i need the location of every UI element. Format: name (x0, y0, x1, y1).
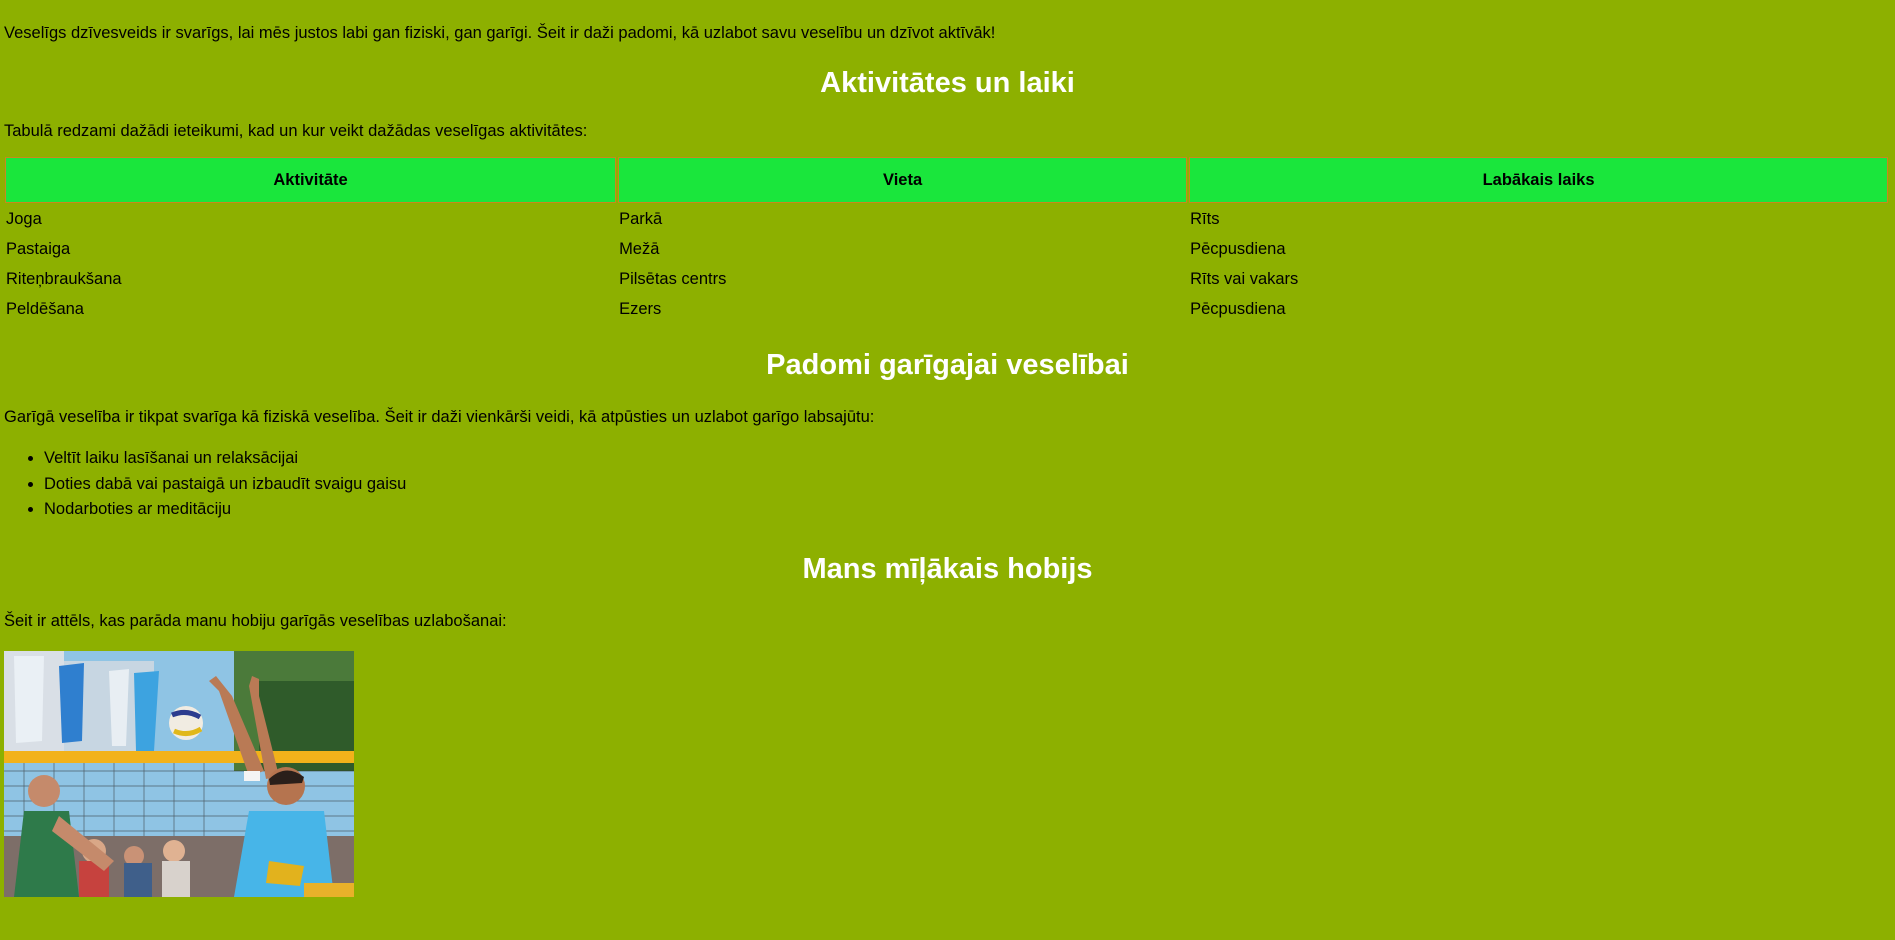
hobby-photo-beach-volleyball (4, 650, 354, 897)
table-cell: Peldēšana (6, 299, 84, 318)
table-cell: Mežā (619, 239, 660, 258)
column-header-activity: Aktivitāte (5, 157, 617, 203)
table-cell: Parkā (619, 209, 663, 228)
table-row: Pastaiga Mežā Pēcpusdiena (5, 235, 1888, 263)
hobby-heading: Mans mīļākais hobijs (802, 552, 1093, 585)
table-header-row: Aktivitāte Vieta Labākais laiks (5, 157, 1888, 203)
mental-health-intro: Garīgā veselība ir tikpat svarīga kā fiz… (4, 408, 875, 426)
table-cell: Pilsētas centrs (619, 269, 727, 288)
table-cell: Ezers (619, 299, 662, 318)
mental-health-heading: Padomi garīgajai veselībai (766, 349, 1129, 381)
activities-intro: Tabulā redzami dažādi ieteikumi, kad un … (4, 122, 588, 140)
list-item: Doties dabā vai pastaigā un izbaudīt sva… (44, 472, 1891, 498)
table-cell: Joga (6, 209, 42, 228)
mental-health-tips-list: Veltīt laiku lasīšanai un relaksācijai D… (4, 446, 1891, 523)
table-cell: Rīts vai vakars (1190, 269, 1299, 288)
table-cell: Riteņbraukšana (6, 269, 122, 288)
activities-table: Aktivitāte Vieta Labākais laiks Joga Par… (3, 155, 1890, 325)
table-cell: Pēcpusdiena (1190, 239, 1286, 258)
list-item: Nodarboties ar meditāciju (44, 497, 1891, 523)
table-row: Joga Parkā Rīts (5, 205, 1888, 233)
table-row: Peldēšana Ezers Pēcpusdiena (5, 295, 1888, 323)
column-header-place: Vieta (618, 157, 1188, 203)
table-cell: Rīts (1190, 209, 1220, 228)
table-cell: Pēcpusdiena (1190, 299, 1286, 318)
intro-text: Veselīgs dzīvesveids ir svarīgs, lai mēs… (4, 24, 996, 42)
activities-heading: Aktivitātes un laiki (820, 67, 1075, 99)
page: Veselīgs dzīvesveids ir svarīgs, lai mēs… (0, 0, 1895, 897)
table-cell: Pastaiga (6, 239, 71, 258)
table-row: Riteņbraukšana Pilsētas centrs Rīts vai … (5, 265, 1888, 293)
hobby-intro: Šeit ir attēls, kas parāda manu hobiju g… (4, 611, 507, 630)
column-header-best-time: Labākais laiks (1189, 157, 1888, 203)
list-item: Veltīt laiku lasīšanai un relaksācijai (44, 446, 1891, 472)
